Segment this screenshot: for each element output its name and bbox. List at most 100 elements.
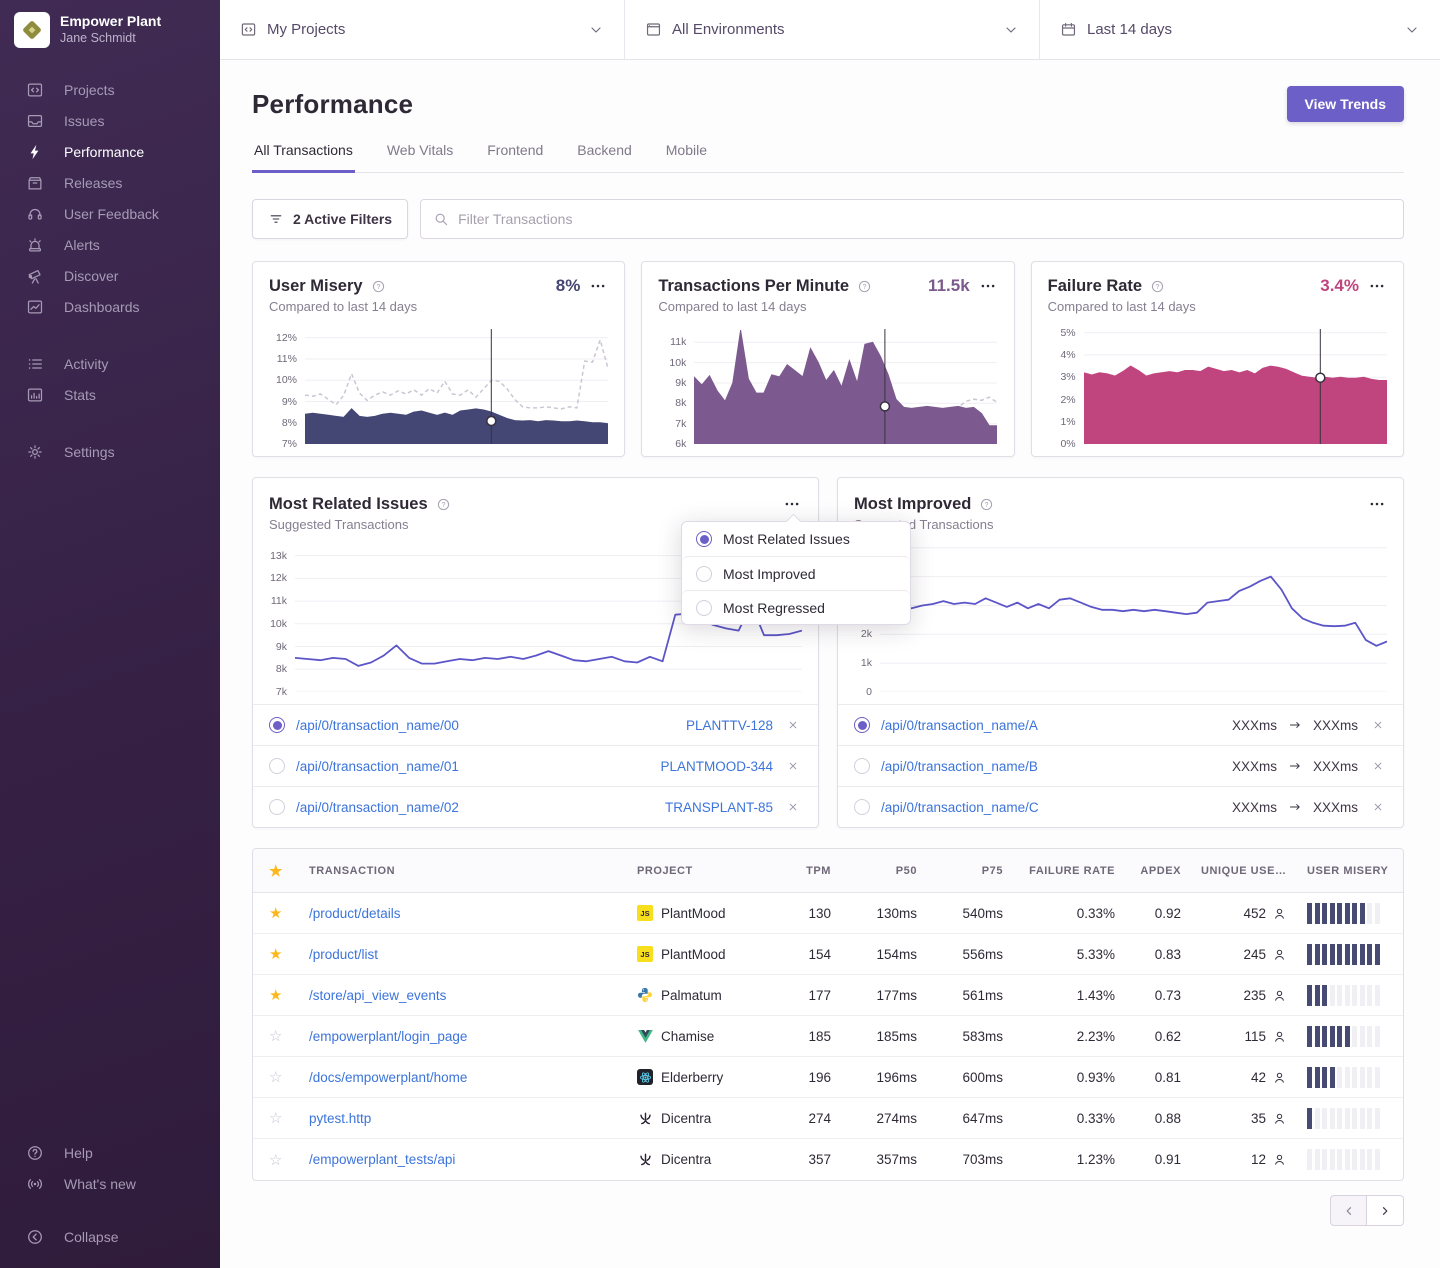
main: My Projects All Environments Last 14 day…	[220, 0, 1440, 1268]
next-page-button[interactable]	[1367, 1195, 1404, 1226]
sidebar-item-settings[interactable]: Settings	[0, 436, 220, 467]
issue-link[interactable]: TRANSPLANT-85	[665, 800, 773, 815]
dismiss-button[interactable]	[1369, 798, 1387, 816]
transaction-link[interactable]: /empowerplant/login_page	[309, 1029, 467, 1044]
transaction-link[interactable]: pytest.http	[309, 1111, 371, 1126]
help-icon[interactable]: ?	[979, 497, 994, 512]
dismiss-button[interactable]	[1369, 716, 1387, 734]
star-outline-icon[interactable]: ☆	[269, 1110, 282, 1127]
radio-button[interactable]	[696, 566, 712, 582]
sidebar-item-stats[interactable]: Stats	[0, 379, 220, 410]
sidebar-item-what-s-new[interactable]: What's new	[0, 1168, 220, 1199]
more-options-button[interactable]	[978, 276, 998, 296]
sidebar-item-user-feedback[interactable]: User Feedback	[0, 198, 220, 229]
search-input[interactable]	[458, 211, 1391, 227]
misery-bar-empty	[1375, 1067, 1380, 1088]
radio-button[interactable]	[269, 717, 285, 733]
transaction-link[interactable]: /api/0/transaction_name/00	[296, 718, 459, 733]
previous-page-button[interactable]	[1330, 1195, 1367, 1226]
star-outline-icon[interactable]: ☆	[269, 1152, 282, 1169]
tab-frontend[interactable]: Frontend	[485, 142, 545, 173]
issue-link[interactable]: PLANTTV-128	[686, 718, 773, 733]
sidebar-item-dashboards[interactable]: Dashboards	[0, 291, 220, 322]
misery-bar-empty	[1330, 1108, 1335, 1129]
help-icon[interactable]: ?	[371, 279, 386, 294]
transaction-cell: /product/details	[299, 906, 627, 921]
more-options-button[interactable]	[588, 276, 608, 296]
issue-link[interactable]: PLANTMOOD-344	[660, 759, 773, 774]
help-icon[interactable]: ?	[857, 279, 872, 294]
more-options-button[interactable]	[1367, 494, 1387, 514]
radio-button[interactable]	[696, 600, 712, 616]
transaction-link[interactable]: /api/0/transaction_name/A	[881, 718, 1038, 733]
tab-all-transactions[interactable]: All Transactions	[252, 142, 355, 173]
misery-bar-empty	[1352, 1149, 1357, 1170]
active-filters-button[interactable]: 2 Active Filters	[252, 199, 408, 239]
misery-bar-filled	[1315, 985, 1320, 1006]
nav-group: Settings	[0, 436, 220, 467]
transaction-link[interactable]: /api/0/transaction_name/02	[296, 800, 459, 815]
apdex-cell: 0.73	[1125, 988, 1191, 1003]
radio-button[interactable]	[696, 531, 712, 547]
y-axis: 13k12k11k10k9k8k7k	[259, 542, 295, 692]
column-header-transaction[interactable]: TRANSACTION	[299, 865, 627, 877]
help-icon[interactable]: ?	[436, 497, 451, 512]
sidebar-item-issues[interactable]: Issues	[0, 105, 220, 136]
tab-web-vitals[interactable]: Web Vitals	[385, 142, 455, 173]
sidebar-item-collapse[interactable]: Collapse	[0, 1221, 220, 1252]
view-trends-button[interactable]: View Trends	[1287, 86, 1404, 122]
column-header-apdex[interactable]: APDEX	[1125, 865, 1191, 877]
star-outline-icon[interactable]: ☆	[269, 1028, 282, 1045]
sidebar-item-releases[interactable]: Releases	[0, 167, 220, 198]
misery-bar-filled	[1337, 1026, 1342, 1047]
star-filled-icon[interactable]: ★	[269, 987, 282, 1004]
radio-button[interactable]	[854, 717, 870, 733]
transaction-link[interactable]: /store/api_view_events	[309, 988, 446, 1003]
environment-filter-dropdown[interactable]: All Environments	[625, 0, 1040, 59]
sidebar-item-activity[interactable]: Activity	[0, 348, 220, 379]
radio-button[interactable]	[854, 799, 870, 815]
star-outline-icon[interactable]: ☆	[269, 1069, 282, 1086]
menu-item-most-related-issues[interactable]: Most Related Issues	[682, 522, 910, 556]
sidebar-item-projects[interactable]: Projects	[0, 74, 220, 105]
transaction-link[interactable]: /product/details	[309, 906, 401, 921]
help-icon[interactable]: ?	[1150, 279, 1165, 294]
sidebar-item-performance[interactable]: Performance	[0, 136, 220, 167]
sidebar-item-discover[interactable]: Discover	[0, 260, 220, 291]
star-filled-icon[interactable]: ★	[269, 905, 282, 922]
transaction-link[interactable]: /empowerplant_tests/api	[309, 1152, 455, 1167]
sidebar-item-alerts[interactable]: Alerts	[0, 229, 220, 260]
more-options-button[interactable]	[1367, 276, 1387, 296]
transaction-link[interactable]: /api/0/transaction_name/01	[296, 759, 459, 774]
column-header-p75[interactable]: P75	[927, 865, 1013, 877]
radio-button[interactable]	[854, 758, 870, 774]
dismiss-button[interactable]	[1369, 757, 1387, 775]
dismiss-button[interactable]	[784, 757, 802, 775]
radio-button[interactable]	[269, 758, 285, 774]
tab-mobile[interactable]: Mobile	[664, 142, 709, 173]
column-header-project[interactable]: PROJECT	[627, 865, 777, 877]
column-header-p50[interactable]: P50	[841, 865, 927, 877]
star-filled-icon[interactable]: ★	[269, 946, 282, 963]
column-header-unique-users[interactable]: UNIQUE USERS	[1191, 865, 1297, 877]
dismiss-button[interactable]	[784, 716, 802, 734]
transaction-link[interactable]: /api/0/transaction_name/C	[881, 800, 1039, 815]
tab-backend[interactable]: Backend	[575, 142, 633, 173]
transaction-link[interactable]: /product/list	[309, 947, 378, 962]
column-header-failure-rate[interactable]: FAILURE RATE	[1013, 865, 1125, 877]
transaction-link[interactable]: /docs/empowerplant/home	[309, 1070, 467, 1085]
transaction-link[interactable]: /api/0/transaction_name/B	[881, 759, 1038, 774]
sidebar-item-help[interactable]: Help	[0, 1137, 220, 1168]
column-header-tpm[interactable]: TPM	[777, 865, 841, 877]
more-options-button[interactable]	[782, 494, 802, 514]
user-misery-bars	[1297, 985, 1403, 1006]
menu-item-most-improved[interactable]: Most Improved	[682, 556, 910, 590]
radio-button[interactable]	[269, 799, 285, 815]
menu-item-most-regressed[interactable]: Most Regressed	[682, 590, 910, 624]
org-switcher[interactable]: Empower Plant Jane Schmidt	[0, 12, 220, 48]
column-header-user-misery[interactable]: USER MISERY	[1297, 865, 1403, 877]
project-filter-dropdown[interactable]: My Projects	[220, 0, 625, 59]
calendar-icon	[1060, 21, 1077, 38]
dismiss-button[interactable]	[784, 798, 802, 816]
date-range-dropdown[interactable]: Last 14 days	[1040, 0, 1440, 59]
